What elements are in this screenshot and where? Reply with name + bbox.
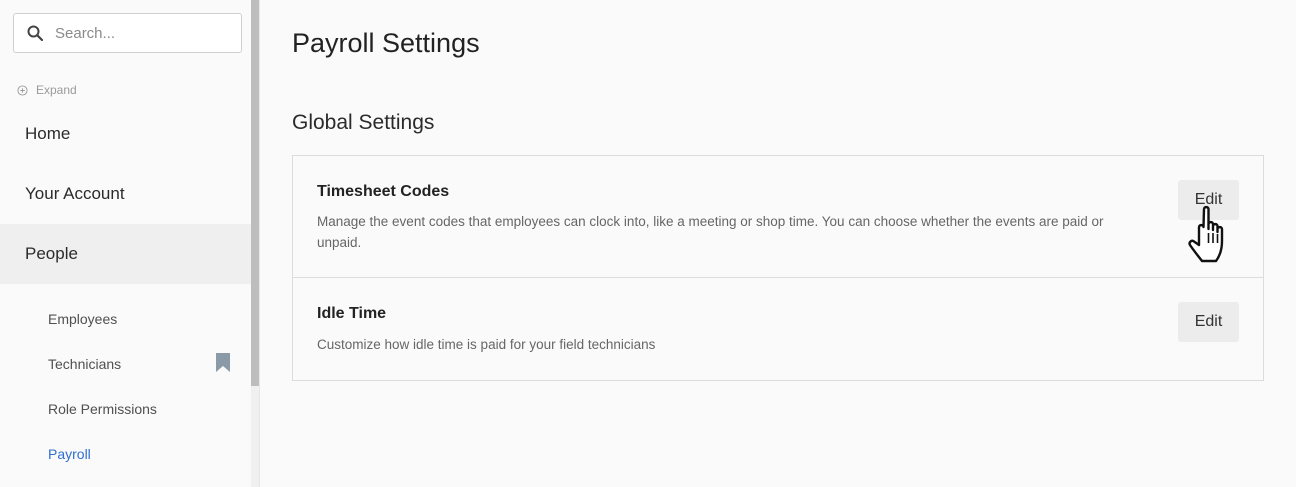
- sub-item-label: Role Permissions: [48, 401, 157, 417]
- sub-item-label: Employees: [48, 311, 118, 327]
- setting-title: Timesheet Codes: [317, 183, 450, 200]
- page-title: Payroll Settings: [292, 28, 480, 58]
- nav-item-label: Home: [25, 124, 71, 143]
- setting-row-idle-time: Idle Time Customize how idle time is pai…: [293, 278, 1263, 380]
- sidebar-scrollbar-thumb[interactable]: [251, 0, 259, 386]
- search-placeholder: Search...: [55, 24, 116, 42]
- search-icon: [27, 25, 43, 41]
- nav-item-people[interactable]: People: [0, 224, 251, 284]
- setting-description: Customize how idle time is paid for your…: [317, 337, 656, 352]
- expand-label: Expand: [36, 83, 77, 97]
- nav-item-label: People: [25, 244, 78, 263]
- sub-item-role-permissions[interactable]: Role Permissions: [0, 394, 251, 424]
- edit-timesheet-codes-button[interactable]: Edit: [1178, 180, 1239, 220]
- sub-item-payroll[interactable]: Payroll: [0, 439, 251, 469]
- sub-item-technicians[interactable]: Technicians: [0, 349, 251, 379]
- search-input[interactable]: Search...: [13, 13, 242, 53]
- setting-row-timesheet-codes: Timesheet Codes Manage the event codes t…: [293, 156, 1263, 278]
- bookmark-icon[interactable]: [215, 353, 231, 372]
- section-title: Global Settings: [292, 111, 435, 134]
- edit-idle-time-button[interactable]: Edit: [1178, 302, 1239, 342]
- setting-description: Manage the event codes that employees ca…: [317, 214, 1104, 250]
- nav-item-your-account[interactable]: Your Account: [0, 164, 251, 224]
- sub-item-label: Technicians: [48, 356, 122, 372]
- settings-card: Timesheet Codes Manage the event codes t…: [292, 155, 1264, 381]
- nav-item-home[interactable]: Home: [0, 104, 251, 164]
- setting-title: Idle Time: [317, 305, 387, 322]
- sub-item-label: Payroll: [48, 446, 91, 462]
- plus-circle-icon: [17, 84, 28, 96]
- nav-item-label: Your Account: [25, 184, 125, 203]
- sub-item-employees[interactable]: Employees: [0, 304, 251, 334]
- sidebar: Search... Expand Home Your Account Peopl…: [0, 0, 251, 487]
- expand-button[interactable]: Expand: [17, 83, 77, 97]
